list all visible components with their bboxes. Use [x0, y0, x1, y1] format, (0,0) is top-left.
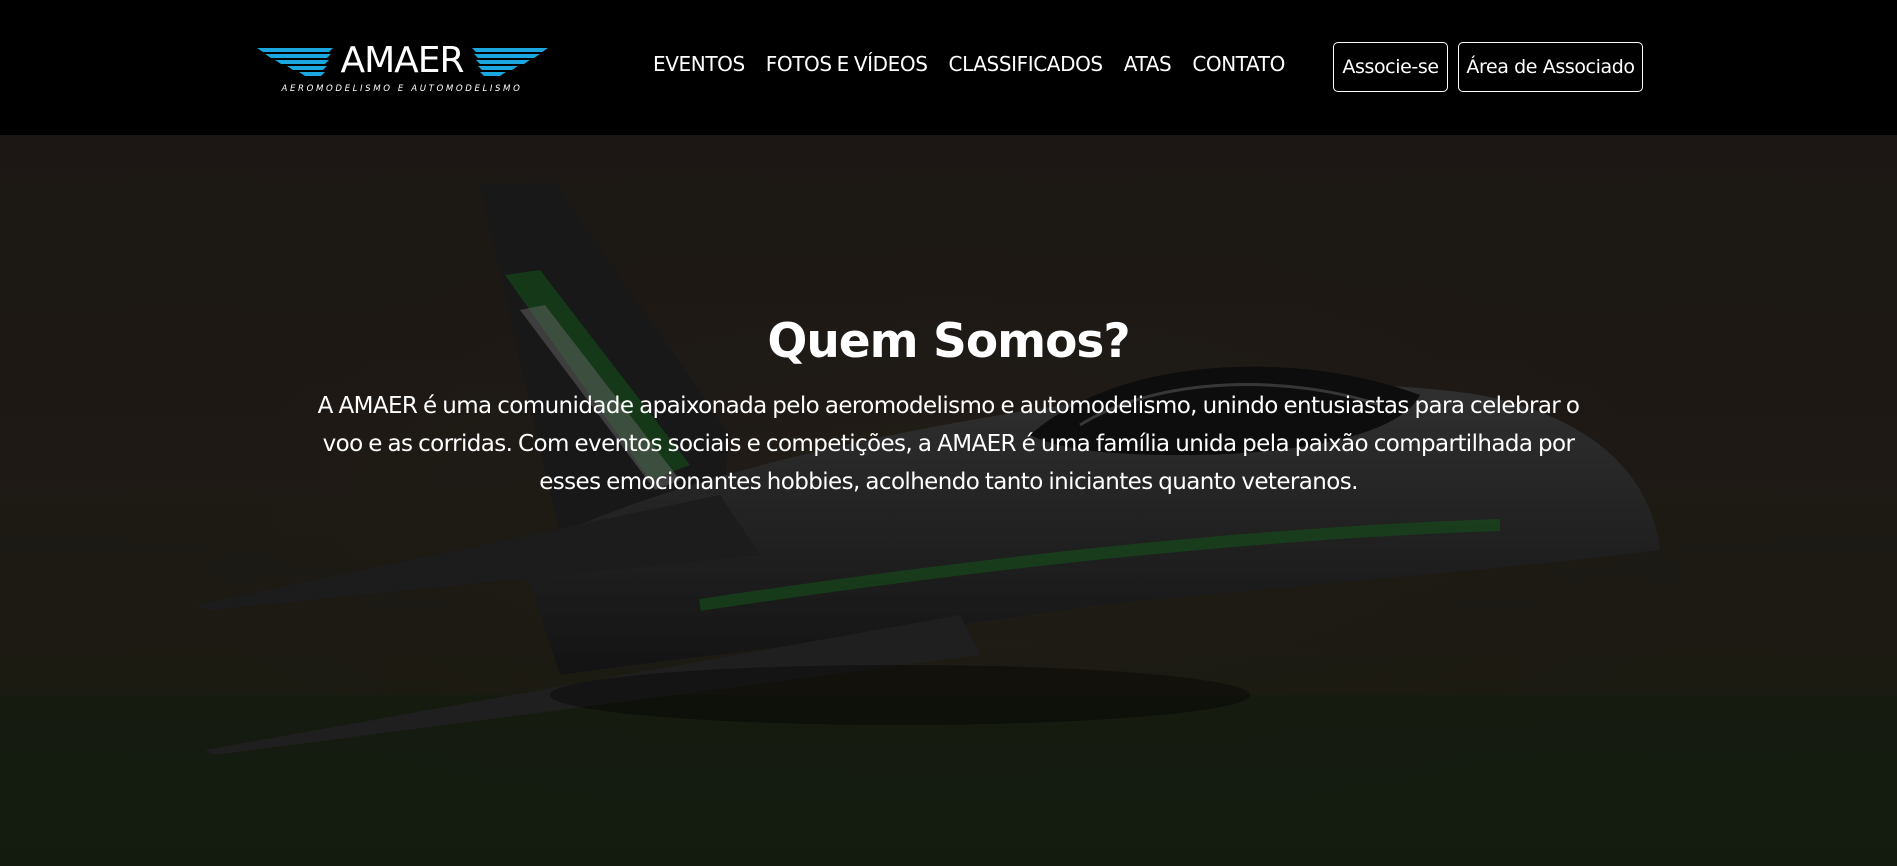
join-button[interactable]: Associe-se	[1333, 42, 1448, 92]
nav-item-fotos-e-videos[interactable]: FOTOS E VÍDEOS	[766, 52, 928, 76]
main-nav: EVENTOS FOTOS E VÍDEOS CLASSIFICADOS ATA…	[653, 52, 1285, 76]
logo-name: AMAER	[340, 40, 463, 81]
navbar: AMAER AEROMODELISMO E AUTOMODELISMO EVEN…	[0, 0, 1897, 135]
hero-section: Quem Somos? A AMAER é uma comunidade apa…	[0, 135, 1897, 866]
hero-description: A AMAER é uma comunidade apaixonada pelo…	[317, 393, 1580, 495]
nav-item-atas[interactable]: ATAS	[1124, 52, 1172, 76]
amaer-logo[interactable]: AMAER AEROMODELISMO E AUTOMODELISMO	[255, 38, 550, 98]
nav-item-classificados[interactable]: CLASSIFICADOS	[949, 52, 1104, 76]
logo-tagline: AEROMODELISMO E AUTOMODELISMO	[281, 84, 523, 94]
nav-item-eventos[interactable]: EVENTOS	[653, 52, 745, 76]
member-area-button[interactable]: Área de Associado	[1458, 42, 1643, 92]
nav-item-contato[interactable]: CONTATO	[1192, 52, 1285, 76]
hero-title: Quem Somos?	[767, 314, 1130, 369]
